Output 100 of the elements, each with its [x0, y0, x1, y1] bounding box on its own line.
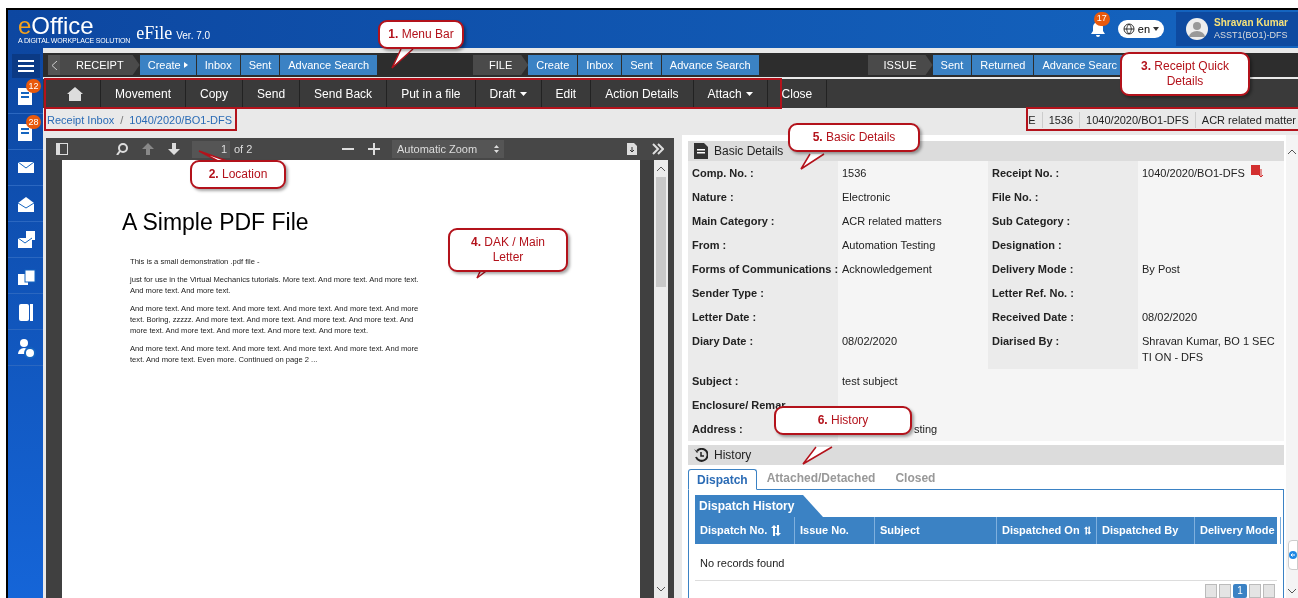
arrow-up-button[interactable]: [140, 140, 156, 158]
search-button[interactable]: [114, 140, 130, 158]
field-label: Diary Date :: [692, 335, 754, 347]
plus-button[interactable]: [366, 140, 382, 158]
user-menu[interactable]: Shravan Kumar ASST1(BO1)-DFS: [1176, 12, 1298, 46]
nav-link[interactable]: Sent: [622, 55, 662, 75]
breadcrumb-link[interactable]: Receipt Inbox: [47, 111, 115, 129]
column-header[interactable]: Delivery Mode: [1195, 517, 1281, 544]
nav-link[interactable]: Inbox: [196, 55, 241, 75]
sidebar-item[interactable]: 28: [8, 114, 43, 150]
section-label: RECEIPT: [60, 55, 140, 75]
scrollbar-thumb[interactable]: [656, 177, 666, 287]
field-label: Delivery Mode :: [992, 263, 1074, 275]
nav-link[interactable]: Inbox: [578, 55, 623, 75]
scroll-down-icon[interactable]: [657, 587, 665, 592]
toolbar-button[interactable]: Send: [243, 80, 301, 107]
field-value: ACR related matters: [842, 214, 942, 229]
user-name: Shravan Kumar: [1214, 16, 1288, 29]
column-header[interactable]: Subject: [875, 517, 997, 544]
download-button[interactable]: [624, 140, 640, 158]
avatar-icon: [1186, 18, 1209, 40]
sidebar-toggle-button[interactable]: [54, 140, 70, 158]
tab[interactable]: Dispatch: [688, 469, 757, 490]
page-button[interactable]: 1: [1233, 584, 1247, 598]
caret-icon: [745, 91, 753, 96]
breadcrumb-link[interactable]: 1040/2020/BO1-DFS: [129, 111, 233, 129]
scroll-up-icon[interactable]: [657, 166, 665, 171]
toolbar-button[interactable]: Close: [767, 80, 828, 107]
toolbar-button[interactable]: Action Details: [591, 80, 694, 107]
arrow-down-icon: [168, 143, 180, 155]
zoom-select[interactable]: Automatic Zoom: [392, 140, 504, 158]
select-arrows-icon: [494, 145, 499, 153]
count-badge: 28: [26, 115, 41, 129]
app-name: eFile: [136, 21, 173, 45]
field-value: Automation Testing: [842, 238, 936, 253]
pdf-icon[interactable]: [1250, 165, 1263, 177]
field-value: 1536: [842, 166, 867, 181]
nav-link[interactable]: Sent: [240, 55, 281, 75]
field-label: Sub Category :: [992, 215, 1071, 227]
nav-link[interactable]: Returned: [972, 55, 1035, 75]
scroll-left-button[interactable]: [48, 55, 60, 75]
field-label: Letter Date :: [692, 311, 757, 323]
language-selector[interactable]: en: [1117, 20, 1165, 38]
section-header: History: [688, 445, 1284, 465]
toolbar-button[interactable]: Send Back: [300, 80, 388, 107]
toolbar-button[interactable]: Movement: [101, 80, 187, 107]
menu-icon: [17, 60, 34, 72]
count-badge: 12: [26, 79, 41, 93]
quick-detail: 1040/2020/BO1-DFS: [1079, 111, 1195, 129]
dropdown-button[interactable]: Draft: [475, 80, 542, 107]
menu-button[interactable]: [11, 54, 40, 78]
toolbar-button[interactable]: Edit: [541, 80, 592, 107]
nav-link[interactable]: Advance Search: [661, 55, 760, 75]
column-header[interactable]: Issue No.: [795, 517, 875, 544]
nav-link[interactable]: Advance Search: [280, 55, 378, 75]
table-title: Dispatch History: [695, 495, 823, 517]
nav-link[interactable]: Sent: [932, 55, 973, 75]
field-label: Letter Ref. No. :: [992, 287, 1074, 299]
user-role: ASST1(BO1)-DFS: [1214, 29, 1288, 42]
section-label: ISSUE: [867, 55, 933, 75]
field-label: Nature :: [692, 191, 734, 203]
field-label: Forms of Communications :: [692, 263, 839, 275]
tab[interactable]: Closed: [885, 468, 946, 489]
field-value: Acknowledgement: [842, 262, 932, 277]
page-number-field[interactable]: 1: [192, 140, 230, 158]
column-header[interactable]: Dispatch No.: [695, 517, 795, 544]
field-value: 08/02/2020: [842, 334, 898, 349]
tab[interactable]: Attached/Detached: [756, 468, 886, 489]
scroll-down-icon[interactable]: [1288, 589, 1296, 594]
toolbar-button[interactable]: Put in a file: [387, 80, 476, 107]
nav-link[interactable]: Create: [528, 55, 579, 75]
field-value: test subject: [842, 374, 898, 389]
column-header[interactable]: Dispatched By: [1097, 517, 1195, 544]
field-value: 1040/2020/BO1-DFS: [1142, 166, 1245, 181]
dropdown-button[interactable]: Attach: [693, 80, 768, 107]
nav-link[interactable]: Create: [139, 55, 197, 75]
field-label: Diarised By :: [992, 335, 1060, 347]
field-label: Comp. No. :: [692, 167, 754, 179]
callout-pointer: [800, 153, 826, 171]
field-label: From :: [692, 239, 727, 251]
field-label: Designation :: [992, 239, 1062, 251]
side-tab[interactable]: [1288, 540, 1298, 570]
toolbar-button[interactable]: Copy: [186, 80, 244, 107]
document-icon: [694, 143, 708, 159]
page-count: of 2: [234, 141, 253, 157]
sidebar-toggle-icon: [56, 143, 68, 155]
plus-icon: [368, 143, 380, 155]
callout: 3. Receipt Quick Details: [1120, 52, 1250, 96]
home-icon: [66, 86, 83, 101]
sidebar-item[interactable]: 12: [8, 78, 43, 114]
field-label: Received Date :: [992, 311, 1074, 323]
scroll-up-icon[interactable]: [1288, 149, 1296, 154]
field-label: Sender Type :: [692, 287, 764, 299]
field-value: sting: [914, 422, 938, 437]
column-header[interactable]: Dispatched On: [997, 517, 1097, 544]
arrow-down-button[interactable]: [166, 140, 182, 158]
caret-icon: [519, 91, 527, 96]
logo: eOffice: [18, 14, 95, 37]
field-label: Subject :: [692, 375, 739, 387]
empty-message: No records found: [700, 557, 785, 569]
